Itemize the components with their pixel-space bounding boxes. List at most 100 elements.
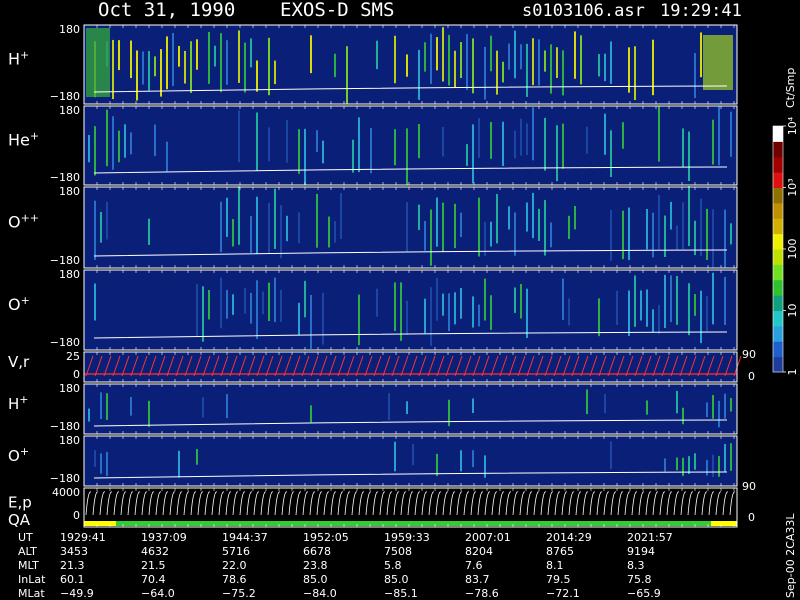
streak [544,200,546,256]
colorbar-swatch [773,295,783,311]
tick-bottom: −180 [50,336,80,349]
colorbar-tick-label: 10 [786,304,799,318]
streak [682,202,684,250]
streak [400,282,402,341]
streak [550,44,552,94]
colorbar-swatch [773,141,783,158]
streak [238,30,240,83]
streak [490,122,492,159]
panel-label: H+ [8,48,29,69]
streak [658,194,660,250]
streak [256,196,258,254]
streak [226,394,228,419]
streak [100,212,102,243]
streak [598,54,600,77]
streak [130,132,132,155]
streak [484,46,486,100]
streak [130,40,132,79]
streak [394,35,396,84]
streak [670,275,672,323]
streak [502,121,504,166]
streak [616,290,618,325]
colorbar-swatch [773,172,783,188]
tick-top: 180 [59,382,80,395]
colorbar-swatch [773,233,783,250]
colorbar-tick-label: 1 [786,369,799,376]
streak [724,276,726,325]
streak [730,223,732,245]
ephemeris-cell: 6678 [303,545,331,558]
streak [712,209,714,269]
streak [538,39,540,86]
streak [448,399,450,427]
panel-label-2: QA [8,511,31,529]
streak [250,216,252,253]
streak [298,212,300,244]
streak [520,283,522,319]
streak [406,54,408,77]
streak [520,44,522,70]
streak [274,60,276,85]
streak [94,126,96,176]
streak [154,124,156,157]
streak [226,40,228,85]
ephemeris-cell: 60.1 [60,573,85,586]
panel-label: E,p [8,494,32,512]
header-date: Oct 31, 1990 [98,0,235,21]
panel-label-sup: + [19,393,28,406]
streak [712,272,714,325]
streak [454,50,456,88]
streak [490,35,492,72]
streak [268,37,270,96]
streak [700,290,702,344]
streak [340,193,342,240]
streak [118,130,120,163]
streak [298,302,300,336]
streak [178,45,180,67]
streak [202,397,204,418]
colorbar-swatches [772,125,784,373]
streak [724,209,726,269]
streak [226,289,228,319]
ephemeris-cell: 83.7 [465,573,490,586]
streak [406,202,408,253]
tick-bottom: 0 [73,368,80,381]
panel-bg [84,270,737,350]
streak [562,278,564,320]
streak [268,203,270,254]
streak [436,37,438,71]
streak [424,221,426,251]
streak [430,33,432,84]
ephemeris-cell: 79.5 [546,573,571,586]
streak [334,53,336,78]
streak [328,216,330,248]
streak [448,34,450,86]
colorbar-unit: Ct/Smp [784,68,797,108]
streak [172,32,174,87]
streak [268,127,270,162]
panel-label-sup: + [20,445,29,458]
streak [148,51,150,91]
tick-top: 25 [66,350,80,363]
ephemeris-cell: 21.3 [60,559,85,572]
colorbar-swatch [773,264,783,281]
streak [406,128,408,185]
streak [448,293,450,332]
streak [238,186,240,245]
streak [610,41,612,84]
panel-bg [84,25,737,104]
streak [166,141,168,172]
streak [472,38,474,94]
streak [322,292,324,345]
qa-bar-end [711,521,737,526]
tick-bottom: −180 [50,90,80,103]
streak [718,456,720,477]
streak [484,278,486,321]
streak [112,116,114,170]
streak [220,277,222,329]
panel-label-sup: + [30,129,39,142]
streak [628,47,630,93]
tick-top: 180 [59,268,80,281]
streak [712,454,714,478]
streak [106,109,108,167]
